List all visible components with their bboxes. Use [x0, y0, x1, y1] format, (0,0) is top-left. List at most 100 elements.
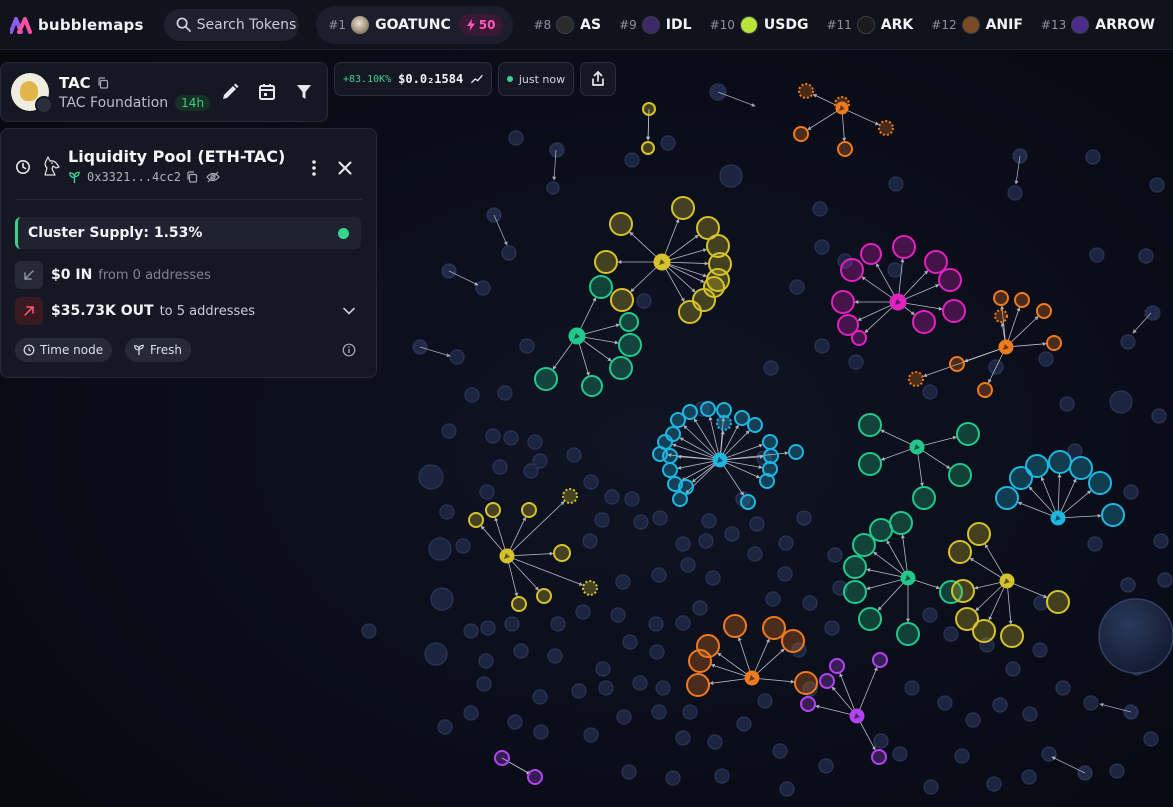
search-input[interactable]: Search Tokens	[163, 8, 300, 41]
holder-bubble[interactable]	[843, 580, 867, 604]
holder-bubble[interactable]	[1025, 454, 1049, 478]
holder-bubble[interactable]	[519, 338, 535, 354]
holder-bubble[interactable]	[455, 538, 471, 554]
holder-bubble[interactable]	[582, 533, 598, 549]
holder-bubble[interactable]	[922, 384, 938, 400]
holder-bubble[interactable]	[873, 733, 889, 749]
holder-bubble[interactable]	[463, 705, 479, 721]
holder-bubble[interactable]	[948, 463, 972, 487]
holder-bubble[interactable]	[651, 704, 667, 720]
holder-bubble[interactable]	[480, 620, 496, 636]
holder-bubble[interactable]	[660, 135, 676, 151]
holder-bubble[interactable]	[892, 235, 916, 259]
holder-bubble[interactable]	[662, 462, 678, 478]
pencil-icon[interactable]	[219, 81, 241, 103]
holder-bubble[interactable]	[1041, 746, 1057, 762]
holder-bubble[interactable]	[615, 574, 631, 590]
holder-bubble[interactable]	[777, 566, 793, 582]
brand-logo[interactable]: bubblemaps	[10, 16, 151, 34]
holder-bubble[interactable]	[837, 141, 853, 157]
holder-bubble[interactable]	[428, 537, 452, 561]
holder-bubble[interactable]	[848, 354, 864, 370]
holder-bubble[interactable]	[765, 591, 781, 607]
fresh-tag[interactable]: Fresh	[125, 338, 191, 362]
holder-bubble[interactable]	[566, 447, 582, 463]
holder-bubble[interactable]	[698, 533, 714, 549]
time-node-tag[interactable]: Time node	[15, 338, 113, 362]
holder-bubble[interactable]	[583, 727, 599, 743]
holder-bubble[interactable]	[492, 459, 508, 475]
holder-bubble[interactable]	[1123, 484, 1139, 500]
holder-bubble[interactable]	[513, 643, 529, 659]
holder-bubble[interactable]	[680, 557, 696, 573]
holder-bubble[interactable]	[441, 423, 457, 439]
holder-bubble[interactable]	[793, 126, 809, 142]
holder-bubble[interactable]	[749, 516, 765, 532]
holder-bubble[interactable]	[701, 513, 717, 529]
ticker-item-arrow[interactable]: #13 ARROW	[1041, 15, 1155, 34]
holder-bubble[interactable]	[508, 130, 524, 146]
holder-bubble[interactable]	[707, 734, 723, 750]
holder-bubble[interactable]	[618, 333, 642, 357]
holder-bubble[interactable]	[858, 452, 882, 476]
holder-bubble[interactable]	[858, 607, 882, 631]
holder-bubble[interactable]	[716, 415, 732, 431]
eye-off-icon[interactable]	[206, 171, 220, 183]
holder-bubble[interactable]	[972, 619, 996, 643]
holder-bubble[interactable]	[478, 653, 494, 669]
copy-address-icon[interactable]	[186, 171, 198, 183]
holder-bubble[interactable]	[655, 680, 671, 696]
holder-bubble[interactable]	[527, 769, 543, 785]
holder-bubble[interactable]	[594, 250, 618, 274]
holder-bubble[interactable]	[938, 268, 962, 292]
filter-icon[interactable]	[293, 81, 315, 103]
holder-bubble[interactable]	[794, 671, 818, 695]
holder-bubble[interactable]	[860, 243, 882, 265]
holder-bubble[interactable]	[878, 120, 894, 136]
holder-bubble[interactable]	[757, 693, 773, 709]
holder-bubble[interactable]	[736, 716, 752, 732]
holder-bubble[interactable]	[923, 779, 939, 795]
holder-bubble[interactable]	[778, 535, 794, 551]
holder-bubble[interactable]	[1033, 595, 1049, 611]
holder-bubble[interactable]	[546, 181, 560, 195]
holder-bubble[interactable]	[967, 522, 991, 546]
more-vertical-icon[interactable]	[311, 159, 317, 177]
share-button[interactable]	[580, 62, 616, 96]
holder-bubble[interactable]	[621, 764, 637, 780]
holder-bubble[interactable]	[1036, 303, 1052, 319]
holder-bubble[interactable]	[651, 567, 667, 583]
holder-bubble[interactable]	[700, 401, 716, 417]
last-updated-chip[interactable]: just now	[498, 62, 574, 96]
holder-bubble[interactable]	[1088, 471, 1112, 495]
holder-bubble[interactable]	[583, 474, 599, 490]
calendar-icon[interactable]	[256, 81, 278, 103]
holder-bubble[interactable]	[424, 642, 448, 666]
holder-bubble[interactable]	[1046, 335, 1062, 351]
holder-bubble[interactable]	[550, 616, 566, 632]
holder-bubble[interactable]	[594, 512, 610, 528]
holder-bubble[interactable]	[843, 555, 867, 579]
holder-bubble[interactable]	[1089, 247, 1105, 263]
ticker-item-usdg[interactable]: #10 USDG	[710, 15, 808, 34]
holder-bubble[interactable]	[788, 444, 804, 460]
holder-bubble[interactable]	[642, 102, 656, 116]
holder-bubble[interactable]	[527, 434, 543, 450]
holder-bubble[interactable]	[1032, 642, 1048, 658]
holder-bubble[interactable]	[494, 750, 510, 766]
holder-bubble[interactable]	[1038, 351, 1054, 367]
holder-bubble[interactable]	[1143, 731, 1159, 747]
holder-bubble[interactable]	[670, 412, 686, 428]
holder-bubble[interactable]	[1059, 396, 1075, 412]
holder-bubble[interactable]	[497, 385, 513, 401]
holder-bubble[interactable]	[912, 486, 936, 510]
holder-bubble[interactable]	[888, 176, 904, 192]
holder-bubble[interactable]	[581, 375, 603, 397]
chevron-down-icon[interactable]	[343, 307, 355, 315]
holder-bubble[interactable]	[1055, 680, 1071, 696]
holder-bubble[interactable]	[812, 201, 828, 217]
holder-bubble[interactable]	[994, 309, 1008, 323]
holder-bubble[interactable]	[463, 623, 479, 639]
holder-bubble[interactable]	[740, 494, 756, 510]
holder-bubble[interactable]	[942, 299, 966, 323]
